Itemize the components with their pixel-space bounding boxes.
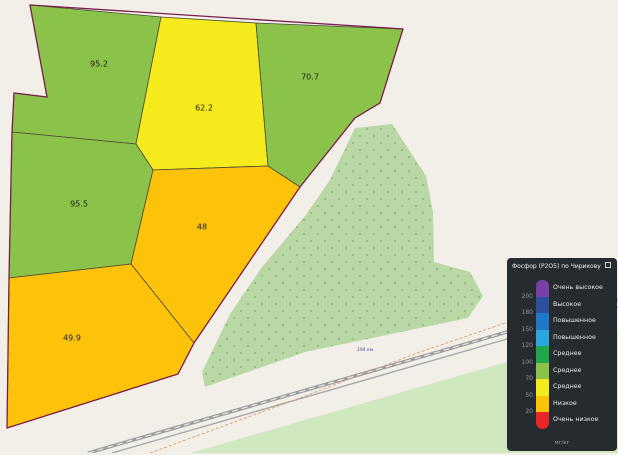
field-value-label: 95.5: [70, 200, 88, 209]
legend-class-label: Среднее: [553, 366, 582, 374]
field-value-label: 49.9: [63, 334, 81, 343]
legend-class-label: Среднее: [553, 383, 582, 391]
road-km-label: 194 км: [357, 347, 373, 353]
legend-panel: Фосфор (P2O5) по Чирикову 200 180 150 120 10…: [507, 258, 617, 451]
legend-tick-label: 50: [525, 391, 533, 399]
legend-tick-label: 70: [525, 375, 533, 382]
legend-color-segment: [536, 296, 549, 314]
field-value-label: 95.2: [90, 60, 108, 69]
legend-class-label: Высокое: [553, 300, 582, 308]
field-value-label: 62.2: [195, 104, 213, 113]
legend-color-segment: [536, 280, 549, 297]
legend-class-label: Низкое: [553, 399, 577, 407]
legend-color-segment: [536, 313, 549, 330]
legend-tick-label: 120: [521, 342, 533, 349]
legend-class-label: Повышенное: [553, 333, 596, 341]
legend-class-label: Очень низкое: [553, 416, 599, 424]
legend-color-segment: [536, 329, 549, 347]
field-value-label: 48: [197, 223, 207, 232]
field-value-label: 70.7: [301, 73, 319, 82]
legend-color-segment: [536, 362, 549, 380]
legend-tick-label: 180: [521, 309, 533, 316]
legend-tick-label: 20: [525, 408, 533, 415]
legend-class-label: Среднее: [553, 350, 582, 358]
expand-icon[interactable]: [605, 262, 611, 268]
legend-class-label: Повышенное: [553, 317, 596, 325]
legend-tick-label: 100: [521, 358, 533, 366]
legend-class-label: Очень высокое: [553, 284, 603, 292]
legend-color-segment: [536, 379, 549, 396]
legend-color-segment: [536, 346, 549, 363]
legend-title: Фосфор (P2O5) по Чирикову: [512, 263, 601, 270]
legend-unit: мг/кг: [554, 440, 570, 446]
legend-tick-label: 150: [521, 325, 533, 333]
legend-color-segment: [536, 412, 549, 429]
legend-tick-label: 200: [521, 292, 533, 300]
legend-color-bar: [536, 280, 549, 455]
legend-color-segment: [536, 395, 549, 413]
